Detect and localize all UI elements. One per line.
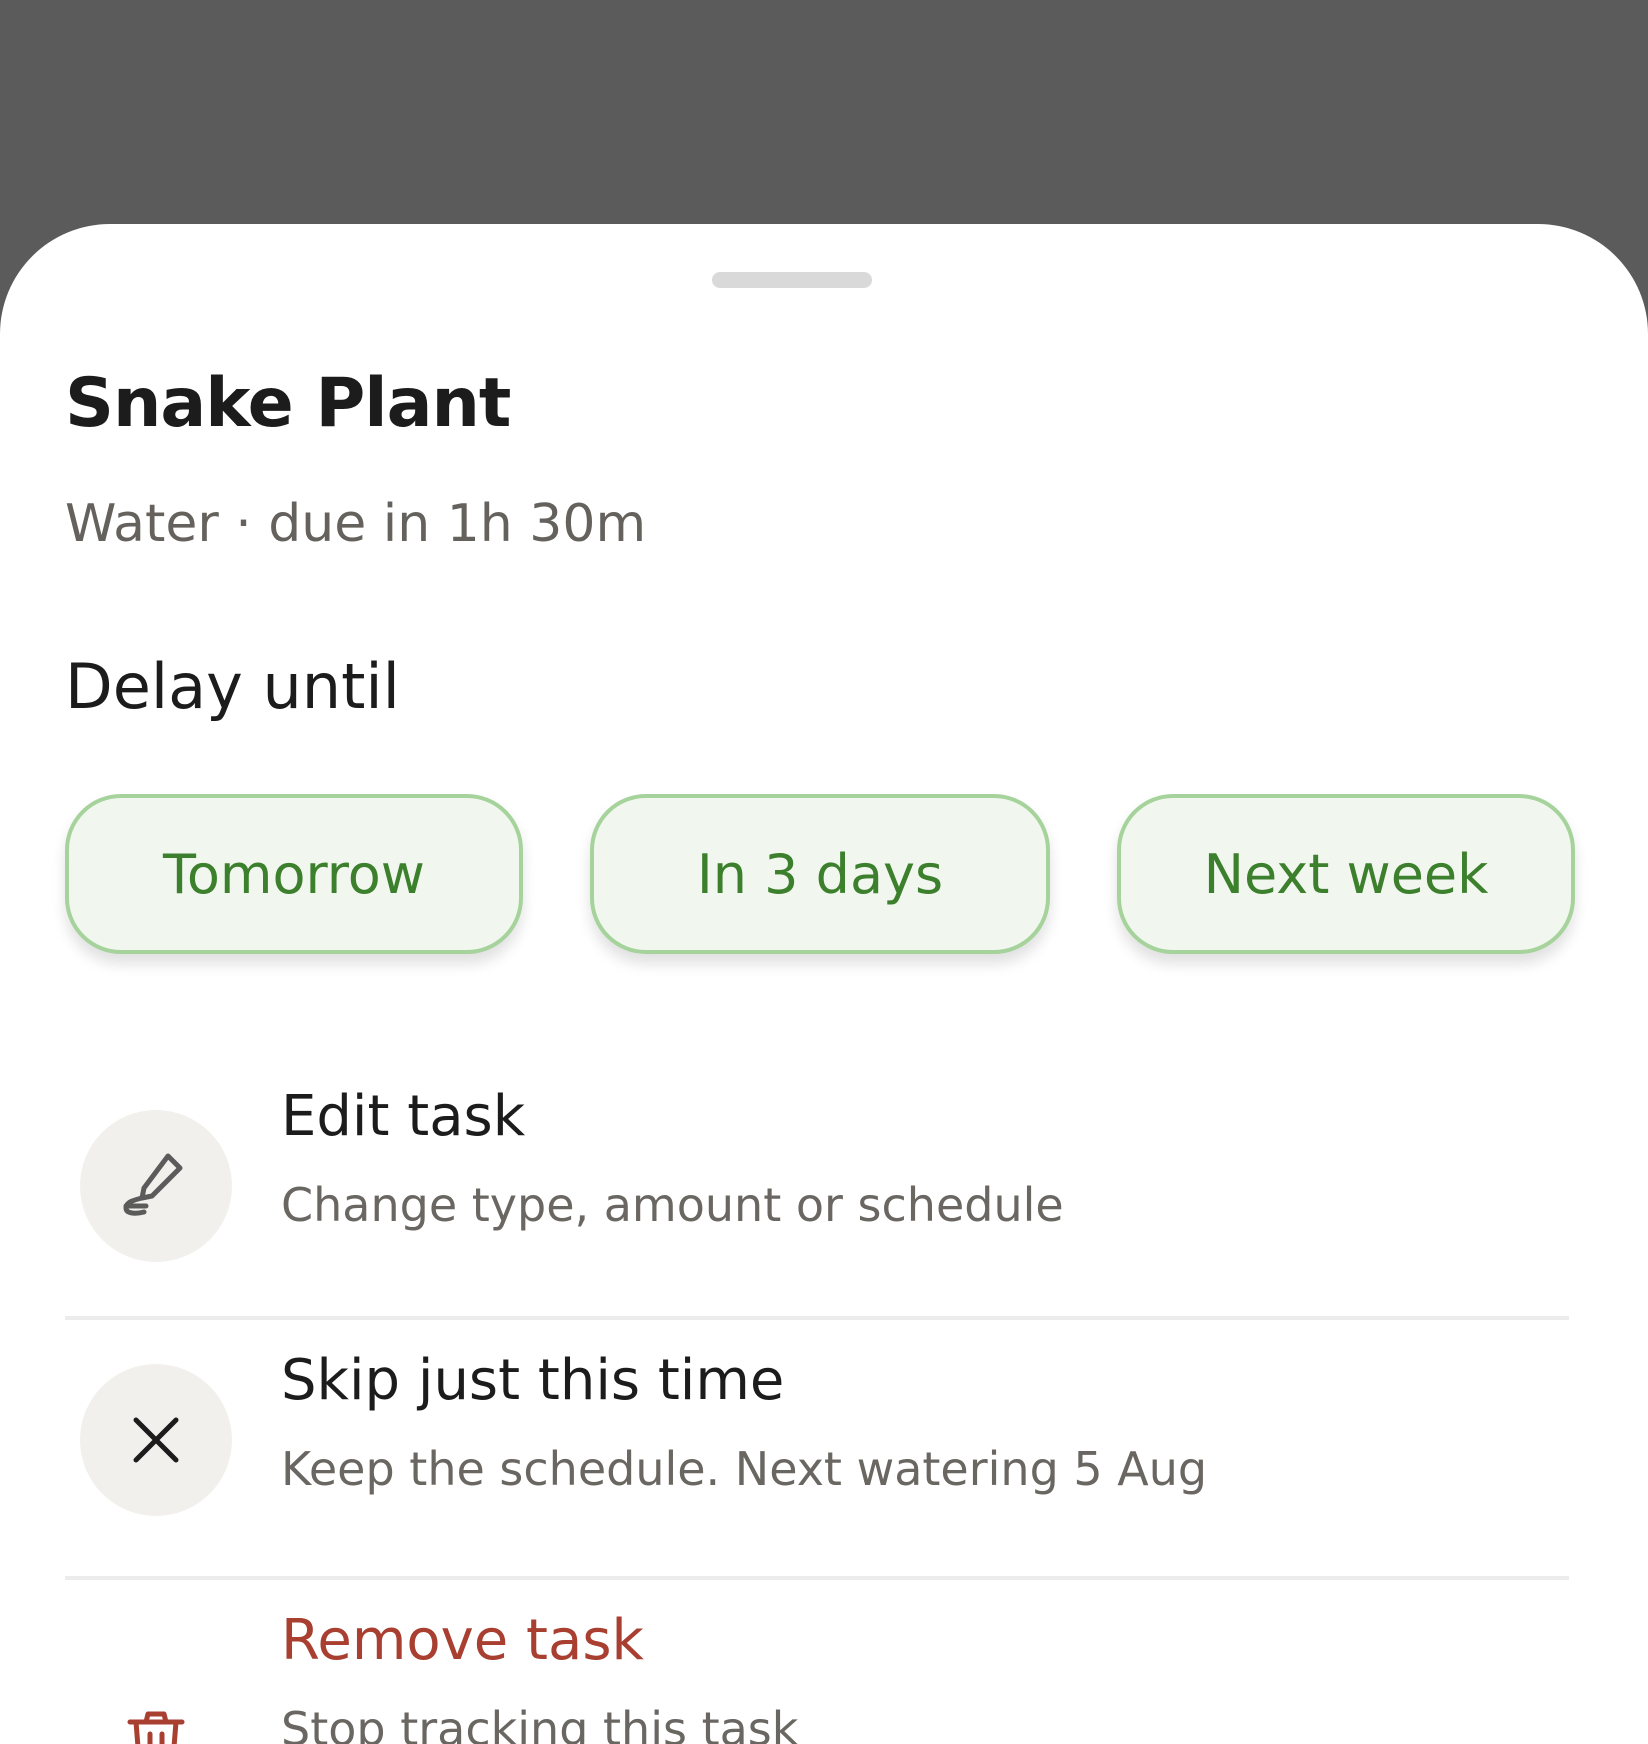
delay-options: Tomorrow In 3 days Next week — [65, 794, 1575, 960]
pencil-icon — [80, 1110, 232, 1262]
task-summary: Water · due in 1h 30m — [65, 494, 647, 554]
delay-until-label: Delay until — [65, 650, 400, 723]
edit-task-subtitle: Change type, amount or schedule — [281, 1178, 1064, 1232]
plant-name: Snake Plant — [65, 364, 511, 443]
trash-icon — [80, 1668, 232, 1744]
drag-handle[interactable] — [712, 272, 872, 288]
remove-task-row[interactable]: Remove task Stop tracking this task — [65, 1608, 1569, 1744]
edit-task-title: Edit task — [281, 1084, 526, 1149]
skip-title: Skip just this time — [281, 1348, 785, 1413]
remove-task-title: Remove task — [281, 1608, 644, 1673]
skip-row[interactable]: Skip just this time Keep the schedule. N… — [65, 1348, 1569, 1580]
close-icon — [80, 1364, 232, 1516]
remove-task-subtitle: Stop tracking this task — [281, 1702, 799, 1744]
delay-tomorrow-button[interactable]: Tomorrow — [65, 794, 523, 954]
bottom-sheet: Snake Plant Water · due in 1h 30m Delay … — [0, 224, 1648, 1744]
delay-3-days-button[interactable]: In 3 days — [590, 794, 1050, 954]
skip-subtitle: Keep the schedule. Next watering 5 Aug — [281, 1442, 1208, 1496]
edit-task-row[interactable]: Edit task Change type, amount or schedul… — [65, 1084, 1569, 1320]
delay-next-week-button[interactable]: Next week — [1117, 794, 1575, 954]
